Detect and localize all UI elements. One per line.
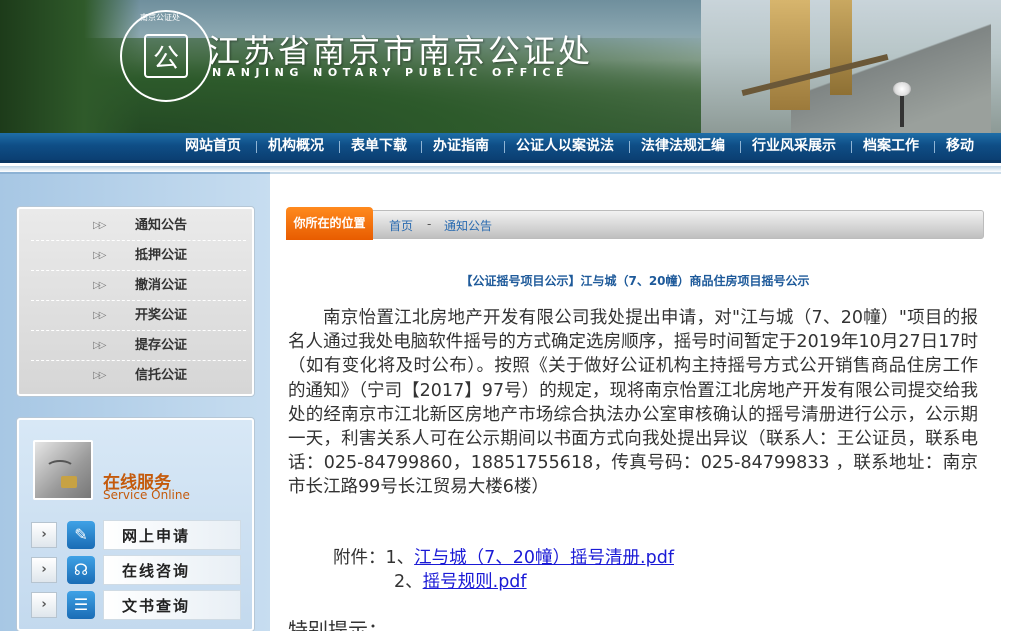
nav-separator (256, 141, 257, 153)
sidebar-item-label: 撤消公证 (135, 278, 188, 293)
sidebar-item-label: 通知公告 (135, 218, 188, 233)
main-nav: 网站首页 机构概况 表单下载 办证指南 公证人以案说法 法律法规汇编 行业风采展… (0, 133, 1001, 163)
service-item-label[interactable]: 文书查询 (103, 590, 241, 620)
article-title: 【公证摇号项目公示】江与城（7、20幢）商品住房项目摇号公示 (460, 274, 810, 288)
double-chevron-icon: ▷▷ (93, 280, 106, 291)
headset-icon: ☊ (67, 556, 95, 584)
notary-seal-emblem-icon: 公 (144, 34, 188, 78)
sidebar-item-label: 抵押公证 (135, 248, 188, 263)
nav-separator (504, 141, 505, 153)
nav-item-forms[interactable]: 表单下载 (351, 133, 407, 160)
banner-road (791, 23, 991, 133)
breadcrumb-tag: 你所在的位置 (286, 207, 373, 240)
nav-separator (339, 141, 340, 153)
attachment-line-2: 2、摇号规则.pdf (394, 570, 527, 594)
sidebar-item-revoke[interactable]: ▷▷ 撤消公证 (31, 271, 246, 301)
breadcrumb-separator: - (427, 217, 432, 231)
nav-separator (851, 141, 852, 153)
nav-item-about[interactable]: 机构概况 (268, 133, 324, 160)
nav-separator (629, 141, 630, 153)
special-notice-heading: 特别提示： (288, 618, 388, 631)
sidebar-menu: ▷▷ 通知公告 ▷▷ 抵押公证 ▷▷ 撤消公证 ▷▷ 开奖公证 ▷▷ 提存公证 … (17, 207, 254, 396)
double-chevron-icon: ▷▷ (93, 250, 106, 261)
nav-separator (934, 141, 935, 153)
attachment-prefix: 附件：1、 (333, 548, 415, 568)
attachment-line-1: 附件：1、江与城（7、20幢）摇号清册.pdf (333, 546, 674, 570)
notary-seal-logo: 公 (120, 10, 212, 102)
banner-lamp-head (893, 82, 911, 96)
double-chevron-icon: ▷▷ (93, 220, 106, 231)
chevron-right-icon[interactable]: › (31, 557, 57, 583)
breadcrumb-current-link[interactable]: 通知公告 (444, 217, 492, 234)
attachment-prefix: 2、 (394, 572, 423, 592)
edit-icon: ✎ (67, 521, 95, 549)
banner-bridge-tower (770, 0, 810, 110)
double-chevron-icon: ▷▷ (93, 310, 106, 321)
sidebar-item-label: 提存公证 (135, 338, 188, 353)
sidebar-item-mortgage[interactable]: ▷▷ 抵押公证 (31, 241, 246, 271)
nav-item-home[interactable]: 网站首页 (185, 133, 241, 160)
nav-item-guide[interactable]: 办证指南 (433, 133, 489, 160)
service-subtitle: Service Online (103, 488, 190, 502)
banner-trees (0, 0, 140, 133)
service-image (33, 440, 93, 500)
chevron-right-icon[interactable]: › (31, 522, 57, 548)
site-subtitle: NANJING NOTARY PUBLIC OFFICE (212, 66, 570, 79)
nav-item-archives[interactable]: 档案工作 (863, 133, 919, 160)
nav-item-mobile[interactable]: 移动 (946, 133, 974, 160)
nav-item-showcase[interactable]: 行业风采展示 (752, 133, 836, 160)
service-item-apply[interactable]: › ✎ 网上申请 (31, 520, 241, 550)
nav-separator (421, 141, 422, 153)
banner-bridge-tower-2 (830, 0, 852, 95)
sidebar-item-label: 开奖公证 (135, 308, 188, 323)
lock-icon (61, 476, 77, 488)
double-chevron-icon: ▷▷ (93, 370, 106, 381)
service-item-label[interactable]: 网上申请 (103, 520, 241, 550)
online-service-panel: 在线服务 Service Online › ✎ 网上申请 › ☊ 在线咨询 › … (17, 418, 254, 631)
attachment-link-rules[interactable]: 摇号规则.pdf (423, 572, 527, 592)
attachment-link-roster[interactable]: 江与城（7、20幢）摇号清册.pdf (414, 548, 674, 568)
sidebar-item-label: 信托公证 (135, 368, 188, 383)
double-chevron-icon: ▷▷ (93, 340, 106, 351)
service-item-label[interactable]: 在线咨询 (103, 555, 241, 585)
sidebar-item-lottery[interactable]: ▷▷ 开奖公证 (31, 301, 246, 331)
sidebar-item-notices[interactable]: ▷▷ 通知公告 (31, 211, 246, 241)
article-body: 南京怡置江北房地产开发有限公司我处提出申请，对"江与城（7、20幢）"项目的报名… (288, 308, 978, 498)
nav-separator (740, 141, 741, 153)
nav-item-cases[interactable]: 公证人以案说法 (516, 133, 614, 160)
service-item-query[interactable]: › ☰ 文书查询 (31, 590, 241, 620)
nav-item-laws[interactable]: 法律法规汇编 (641, 133, 725, 160)
sidebar-item-trust[interactable]: ▷▷ 信托公证 (31, 361, 246, 391)
chevron-right-icon[interactable]: › (31, 592, 57, 618)
service-item-consult[interactable]: › ☊ 在线咨询 (31, 555, 241, 585)
seal-text-top: 南京公证处 (140, 13, 180, 22)
document-list-icon: ☰ (67, 591, 95, 619)
sidebar-item-escrow[interactable]: ▷▷ 提存公证 (31, 331, 246, 361)
breadcrumb-home-link[interactable]: 首页 (389, 217, 413, 234)
